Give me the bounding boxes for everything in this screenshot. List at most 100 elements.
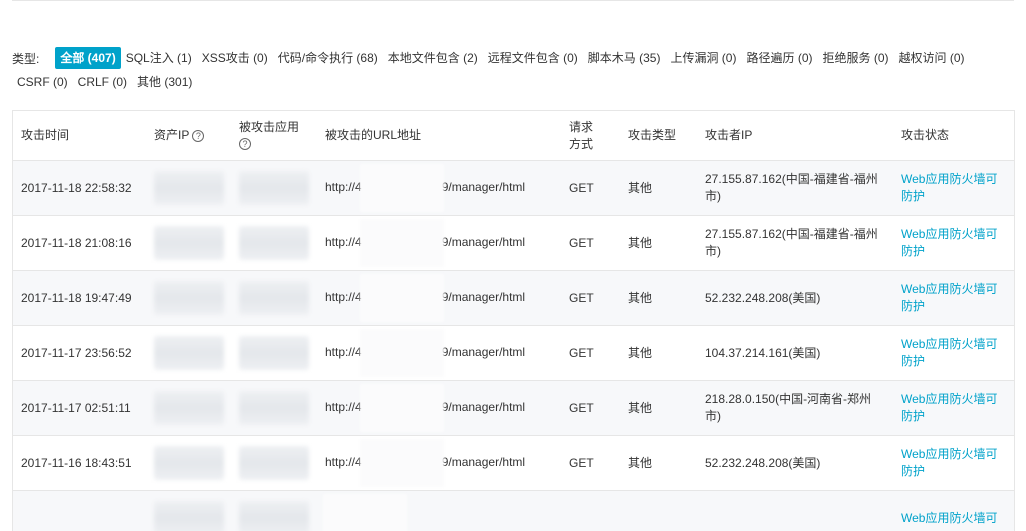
filter-webshell[interactable]: 脚本木马 (35)	[583, 47, 666, 69]
table-row: 2017-11-17 02:51:11 http://49/manager/htm…	[13, 381, 1014, 436]
attacker-ip: 218.28.0.150(中国-河南省-郑州市)	[697, 381, 893, 436]
url-suffix: 9/manager/html	[442, 290, 525, 304]
col-request-method: 请求方式	[561, 111, 620, 161]
attack-time: 2017-11-17 23:56:52	[13, 326, 146, 381]
filter-unauthorized-access[interactable]: 越权访问 (0)	[894, 47, 970, 69]
attack-status: Web应用防火墙可防护	[893, 326, 1014, 381]
attacked-url: http://4 9/manager/html	[317, 271, 561, 326]
attacker-ip: 52.232.248.208(美国)	[697, 271, 893, 326]
status-link[interactable]: Web应用防火墙可防护	[901, 447, 997, 478]
filter-local-file-include[interactable]: 本地文件包含 (2)	[383, 47, 483, 69]
table-row: 2017-11-17 23:56:52 http://4 9/manager/htm…	[13, 326, 1014, 381]
type-filter-bar: 类型: 全部 (407) SQL注入 (1) XSS攻击 (0) 代码/命令执行…	[12, 47, 1014, 93]
attack-status: Web应用防火墙可防护	[893, 271, 1014, 326]
table-row: 2017-11-16 18:43:51 http://49/manager/htm…	[13, 436, 1014, 491]
redacted-block	[154, 391, 224, 425]
redacted-block	[154, 171, 224, 205]
attack-time	[13, 491, 146, 531]
request-method: GET	[561, 271, 620, 326]
col-asset-ip-label: 资产IP	[154, 128, 189, 142]
attack-status: Web应用防火墙可防护	[893, 436, 1014, 491]
redacted-block	[360, 439, 444, 487]
col-attacker-ip: 攻击者IP	[697, 111, 893, 161]
url-prefix: http://4	[325, 290, 362, 304]
attacked-app-redacted	[231, 326, 317, 381]
url-prefix: http://4	[325, 345, 362, 359]
attack-status: Web应用防火墙可	[893, 491, 1014, 531]
attack-type: 其他	[620, 381, 697, 436]
filter-xss[interactable]: XSS攻击 (0)	[197, 47, 273, 69]
asset-ip-redacted	[146, 381, 231, 436]
request-method: GET	[561, 216, 620, 271]
attacked-url: http://49/manager/html	[317, 381, 561, 436]
attack-type: 其他	[620, 326, 697, 381]
attack-time: 2017-11-18 21:08:16	[13, 216, 146, 271]
redacted-block	[360, 274, 444, 322]
status-link[interactable]: Web应用防火墙可防护	[901, 392, 997, 423]
status-link[interactable]: Web应用防火墙可防护	[901, 227, 997, 258]
redacted-block	[360, 219, 444, 267]
filter-row-2: CSRF (0) CRLF (0) 其他 (301)	[12, 71, 1014, 93]
filter-path-traversal[interactable]: 路径遍历 (0)	[741, 47, 817, 69]
filter-csrf[interactable]: CSRF (0)	[12, 71, 73, 93]
filter-upload-vuln[interactable]: 上传漏洞 (0)	[665, 47, 741, 69]
url-prefix: http://4	[325, 455, 362, 469]
url-suffix: 9/manager/html	[442, 235, 525, 249]
filter-remote-file-include[interactable]: 远程文件包含 (0)	[483, 47, 583, 69]
filter-all[interactable]: 全部 (407)	[55, 47, 120, 69]
attack-log-table: 攻击时间 资产IP? 被攻击应用? 被攻击的URL地址 请求方式 攻击类型 攻击…	[12, 110, 1015, 531]
filter-other[interactable]: 其他 (301)	[132, 71, 197, 93]
attacked-url: http://49/manager/html	[317, 436, 561, 491]
url-prefix: http://4	[325, 400, 362, 414]
col-attacked-app: 被攻击应用?	[231, 111, 317, 161]
help-icon[interactable]: ?	[192, 130, 204, 142]
table-header: 攻击时间 资产IP? 被攻击应用? 被攻击的URL地址 请求方式 攻击类型 攻击…	[13, 111, 1014, 161]
url-suffix: 9/manager/html	[442, 180, 525, 194]
help-icon[interactable]: ?	[239, 138, 251, 150]
attack-time: 2017-11-16 18:43:51	[13, 436, 146, 491]
redacted-block	[239, 391, 309, 425]
status-link[interactable]: Web应用防火墙可防护	[901, 282, 997, 313]
attacker-ip: 104.37.214.161(美国)	[697, 326, 893, 381]
filter-sql-injection[interactable]: SQL注入 (1)	[121, 47, 197, 69]
table-row: 2017-11-18 21:08:16 http://4 9/manager/htm…	[13, 216, 1014, 271]
filter-dos[interactable]: 拒绝服务 (0)	[818, 47, 894, 69]
status-link[interactable]: Web应用防火墙可防护	[901, 337, 997, 368]
attack-time: 2017-11-17 02:51:11	[13, 381, 146, 436]
attack-type: 其他	[620, 216, 697, 271]
filter-crlf[interactable]: CRLF (0)	[73, 71, 132, 93]
request-method: GET	[561, 436, 620, 491]
col-attack-time: 攻击时间	[13, 111, 146, 161]
col-asset-ip: 资产IP?	[146, 111, 231, 161]
col-attacked-url: 被攻击的URL地址	[317, 111, 561, 161]
filter-code-exec[interactable]: 代码/命令执行 (68)	[273, 47, 383, 69]
attacker-ip: 27.155.87.162(中国-福建省-福州市)	[697, 161, 893, 216]
attacked-app-redacted	[231, 271, 317, 326]
status-link[interactable]: Web应用防火墙可防护	[901, 172, 997, 203]
asset-ip-redacted	[146, 326, 231, 381]
request-method: GET	[561, 381, 620, 436]
attacked-app-redacted	[231, 216, 317, 271]
request-method	[561, 491, 620, 531]
attacked-url	[317, 491, 561, 531]
attacked-url: http://49/manager/html	[317, 161, 561, 216]
request-method: GET	[561, 161, 620, 216]
redacted-block	[154, 281, 224, 315]
filter-label: 类型:	[12, 50, 39, 67]
filter-row-1: 类型: 全部 (407) SQL注入 (1) XSS攻击 (0) 代码/命令执行…	[12, 47, 1014, 69]
col-attack-type: 攻击类型	[620, 111, 697, 161]
url-prefix: http://4	[325, 235, 362, 249]
table-row: Web应用防火墙可	[13, 491, 1014, 531]
attacked-app-redacted	[231, 436, 317, 491]
attack-time: 2017-11-18 22:58:32	[13, 161, 146, 216]
url-suffix: 9/manager/html	[442, 345, 525, 359]
attack-type: 其他	[620, 271, 697, 326]
attack-type: 其他	[620, 436, 697, 491]
asset-ip-redacted	[146, 161, 231, 216]
col-attacked-app-label: 被攻击应用	[239, 120, 299, 134]
status-link[interactable]: Web应用防火墙可	[901, 511, 997, 525]
attack-status: Web应用防火墙可防护	[893, 381, 1014, 436]
attacked-app-redacted	[231, 491, 317, 531]
redacted-block	[239, 501, 309, 531]
attack-status: Web应用防火墙可防护	[893, 161, 1014, 216]
